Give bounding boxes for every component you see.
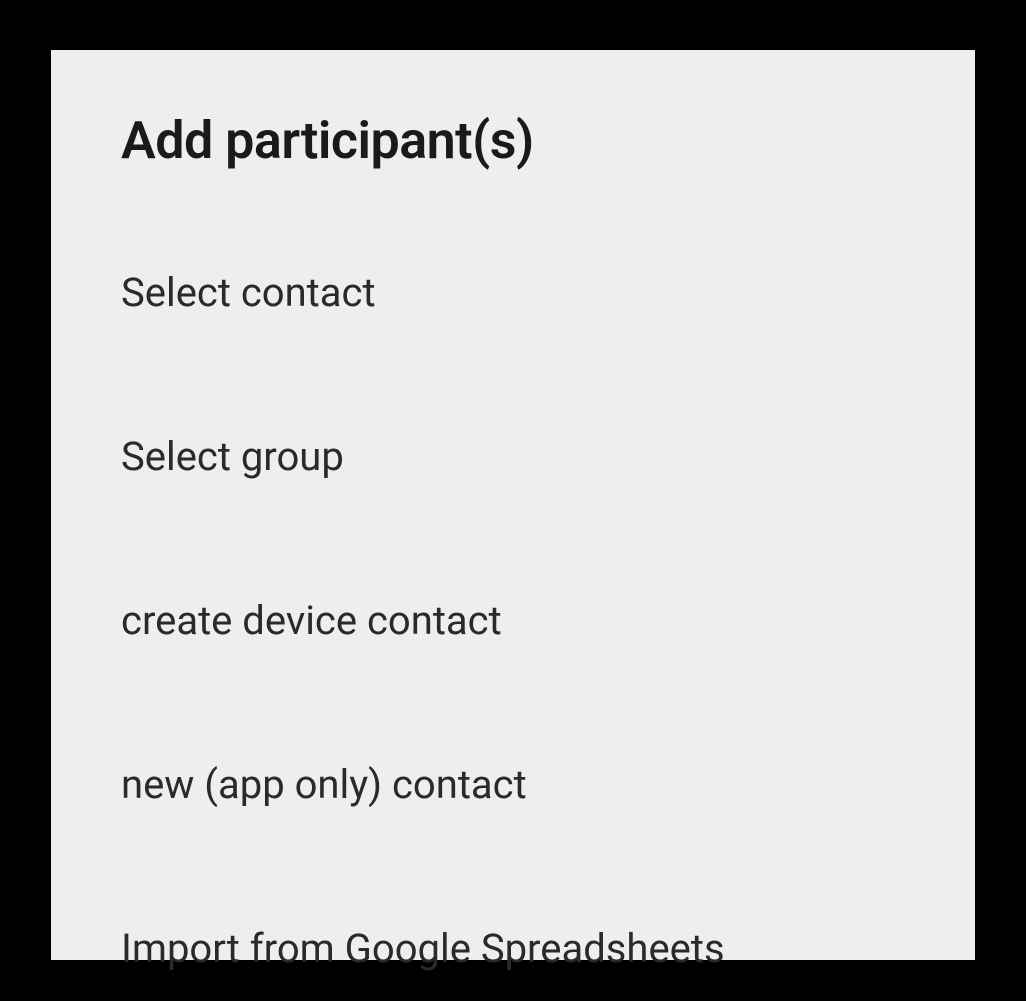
option-select-group[interactable]: Select group <box>121 405 905 509</box>
option-import-google-spreadsheets[interactable]: Import from Google Spreadsheets <box>121 897 905 1001</box>
option-new-app-only-contact[interactable]: new (app only) contact <box>121 733 905 837</box>
option-select-contact[interactable]: Select contact <box>121 241 905 345</box>
add-participant-dialog: Add participant(s) Select contact Select… <box>51 50 975 960</box>
dialog-title: Add participant(s) <box>121 110 905 171</box>
option-create-device-contact[interactable]: create device contact <box>121 569 905 673</box>
